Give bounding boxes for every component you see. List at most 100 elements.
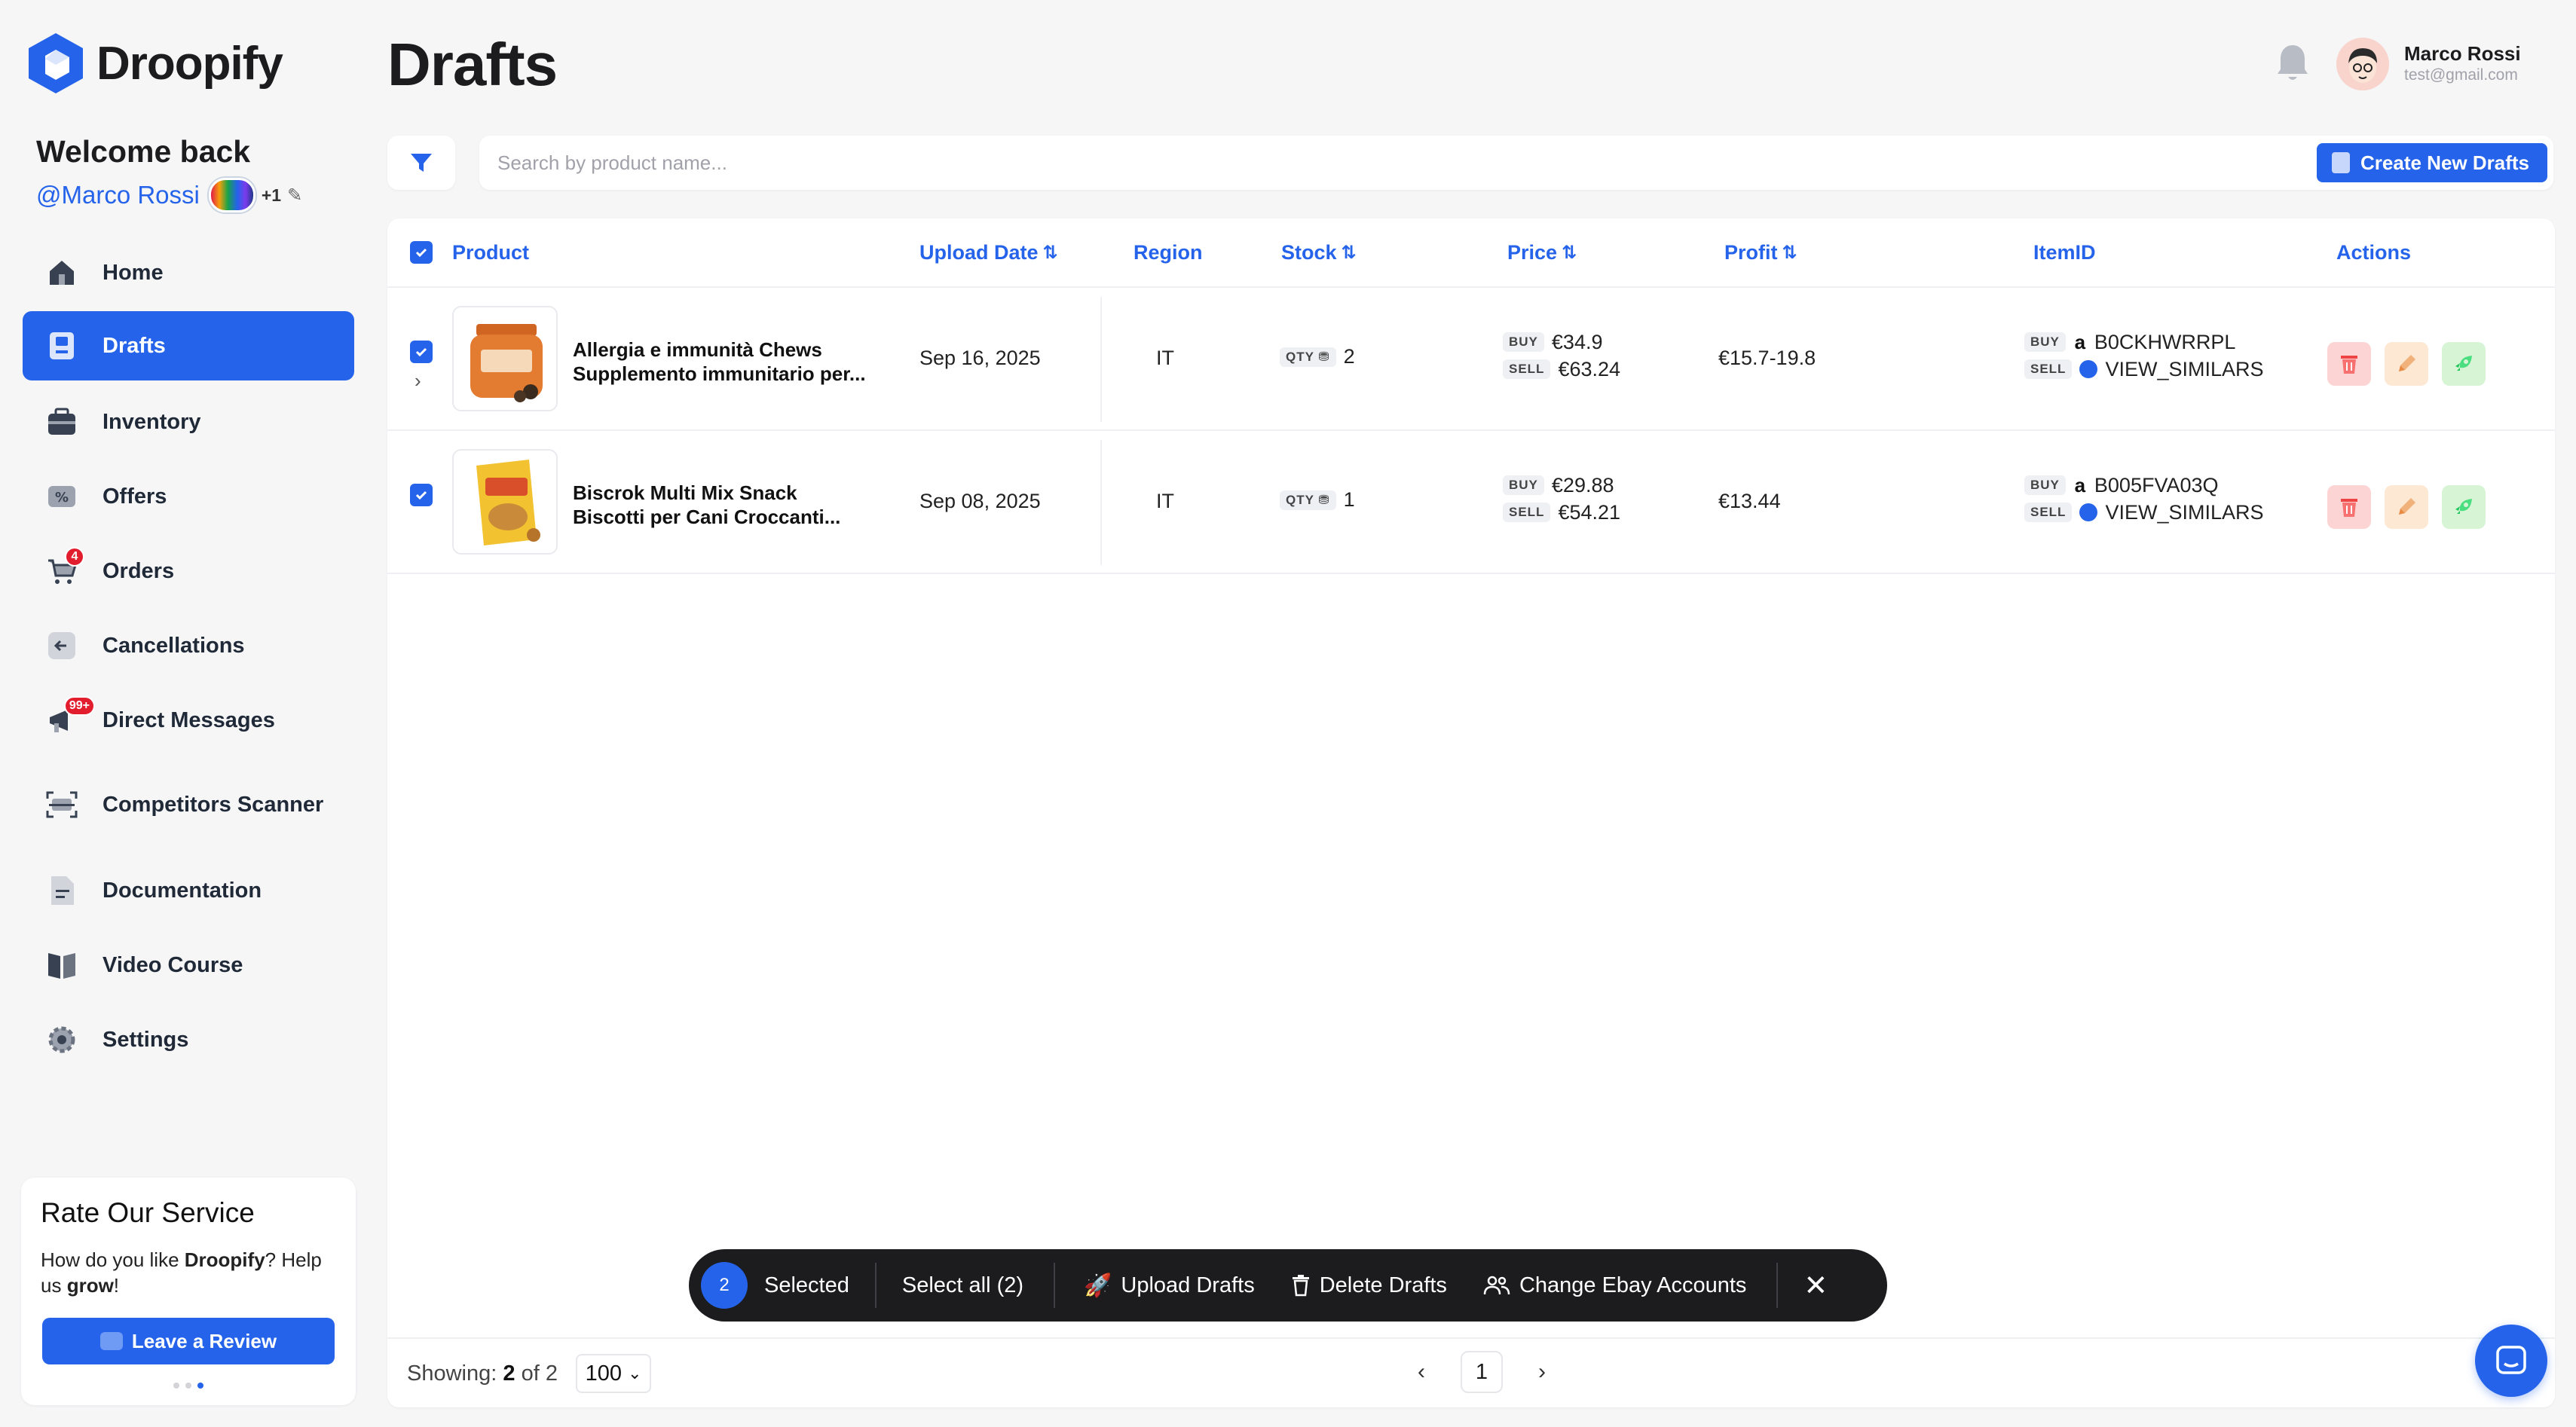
upload-button[interactable] — [2442, 485, 2486, 529]
account-avatar-stack[interactable] — [208, 178, 255, 212]
sort-icon: ⇅ — [1782, 243, 1797, 263]
bell-icon[interactable] — [2275, 42, 2311, 84]
avatar[interactable] — [2336, 38, 2389, 90]
leave-review-button[interactable]: Leave a Review — [42, 1318, 335, 1364]
product-name[interactable]: Biscrok Multi Mix Snack Biscotti per Can… — [573, 481, 889, 529]
product-image[interactable] — [452, 449, 558, 555]
edit-button[interactable] — [2385, 342, 2428, 386]
create-new-drafts-label: Create New Drafts — [2360, 151, 2529, 174]
orders-badge: 4 — [65, 547, 84, 567]
sort-icon: ⇅ — [1341, 243, 1357, 263]
delete-drafts-button[interactable]: Delete Drafts — [1291, 1273, 1447, 1298]
expand-chevron-icon[interactable]: › — [415, 369, 421, 393]
bar-divider — [1776, 1263, 1779, 1308]
sidebar-item-offers[interactable]: % Offers — [23, 462, 354, 531]
sidebar-item-label: Competitors Scanner — [102, 792, 324, 817]
upload-drafts-button[interactable]: 🚀 Upload Drafts — [1084, 1273, 1255, 1299]
stack-icon: ⛃ — [1318, 492, 1330, 507]
edit-button[interactable] — [2385, 485, 2428, 529]
sidebar-item-direct-messages[interactable]: 99+ Direct Messages — [23, 686, 354, 755]
row-checkbox[interactable] — [410, 484, 433, 506]
carousel-dot-active[interactable] — [197, 1383, 203, 1389]
upload-button[interactable] — [2442, 342, 2486, 386]
column-upload-date[interactable]: Upload Date ⇅ — [919, 241, 1058, 264]
sidebar-item-competitors-scanner[interactable]: Competitors Scanner — [23, 770, 354, 839]
bar-divider — [1054, 1263, 1056, 1308]
amazon-asin[interactable]: B0CKHWRRPL — [2094, 331, 2236, 354]
user-name[interactable]: Marco Rossi — [2404, 42, 2521, 66]
edit-pencil-icon[interactable]: ✎ — [287, 185, 302, 206]
carousel-dot[interactable] — [185, 1383, 191, 1389]
sidebar-item-video-course[interactable]: Video Course — [23, 930, 354, 1000]
selected-label: Selected — [764, 1273, 849, 1297]
gear-icon — [45, 1023, 78, 1056]
profit: €15.7-19.8 — [1718, 347, 1816, 369]
sidebar-item-orders[interactable]: 4 Orders — [23, 536, 354, 606]
pencil-icon — [2399, 355, 2415, 371]
sidebar-item-home[interactable]: Home — [23, 238, 354, 307]
rate-text: How do you like Droopify? Help us grow! — [41, 1248, 322, 1297]
column-region: Region — [1134, 241, 1203, 264]
amazon-asin[interactable]: B005FVA03Q — [2094, 474, 2219, 497]
sell-tag: SELL — [2024, 359, 2073, 379]
logo[interactable]: Droopify — [27, 32, 283, 95]
search-input[interactable] — [497, 136, 2005, 190]
create-new-drafts-button[interactable]: Create New Drafts — [2317, 143, 2547, 182]
check-icon — [415, 347, 427, 357]
product-name[interactable]: Allergia e immunità Chews Supplemento im… — [573, 338, 889, 386]
page-size-select[interactable]: 100 ⌄ — [576, 1354, 651, 1393]
price-cell: BUY €29.88 SELL €54.21 — [1503, 472, 1620, 526]
megaphone-icon: 99+ — [45, 696, 95, 737]
ebay-item-link[interactable]: VIEW_SIMILARS — [2105, 501, 2263, 524]
support-chat-button[interactable] — [2475, 1325, 2547, 1397]
users-icon — [1483, 1276, 1510, 1295]
user-handle[interactable]: @Marco Rossi — [36, 181, 200, 209]
sidebar: Droopify Welcome back @Marco Rossi +1 ✎ … — [0, 0, 377, 1427]
table-row[interactable]: Biscrok Multi Mix Snack Biscotti per Can… — [387, 431, 2555, 574]
sidebar-item-settings[interactable]: Settings — [23, 1005, 354, 1074]
select-all-button[interactable]: Select all (2) — [902, 1273, 1023, 1298]
column-actions: Actions — [2336, 241, 2412, 264]
pencil-icon — [2399, 498, 2415, 515]
delete-button[interactable] — [2327, 342, 2371, 386]
column-profit[interactable]: Profit ⇅ — [1724, 241, 1797, 264]
checkbox-checked[interactable] — [410, 241, 433, 264]
upload-date: Sep 08, 2025 — [919, 490, 1041, 512]
sidebar-item-label: Drafts — [102, 333, 166, 358]
sidebar-item-cancellations[interactable]: Cancellations — [23, 611, 354, 680]
book-icon — [45, 949, 78, 982]
ebay-icon — [2079, 503, 2098, 521]
selection-action-bar: 2 Selected Select all (2) 🚀 Upload Draft… — [689, 1249, 1887, 1322]
change-ebay-accounts-button[interactable]: Change Ebay Accounts — [1483, 1273, 1746, 1298]
showing-summary: Showing: 2 of 2 — [407, 1361, 558, 1386]
supplement-jar-image — [454, 307, 556, 410]
rocket-icon — [2455, 499, 2472, 514]
select-all-checkbox[interactable] — [410, 241, 433, 264]
filter-button[interactable] — [387, 136, 455, 190]
next-page-button[interactable]: › — [1527, 1359, 1557, 1385]
sidebar-item-documentation[interactable]: Documentation — [23, 856, 354, 925]
buy-tag: BUY — [2024, 475, 2066, 495]
carousel-dot[interactable] — [173, 1383, 179, 1389]
sidebar-item-drafts[interactable]: Drafts — [23, 311, 354, 380]
sort-icon: ⇅ — [1562, 243, 1577, 263]
table-row[interactable]: › Allergia e immunità Chews Supplemento … — [387, 288, 2555, 431]
sell-tag: SELL — [1503, 503, 1551, 522]
sidebar-item-label: Documentation — [102, 878, 262, 903]
column-price[interactable]: Price ⇅ — [1507, 241, 1577, 264]
ebay-item-link[interactable]: VIEW_SIMILARS — [2105, 358, 2263, 381]
rate-service-card: Rate Our Service How do you like Droopif… — [21, 1178, 356, 1405]
messages-badge: 99+ — [63, 696, 95, 716]
droopify-logo-icon — [29, 33, 83, 93]
prev-page-button[interactable]: ‹ — [1406, 1359, 1436, 1385]
close-icon[interactable]: ✕ — [1804, 1269, 1828, 1303]
product-image[interactable] — [452, 306, 558, 411]
page-number[interactable]: 1 — [1461, 1351, 1503, 1393]
column-stock[interactable]: Stock ⇅ — [1281, 241, 1357, 264]
delete-button[interactable] — [2327, 485, 2371, 529]
sidebar-item-inventory[interactable]: Inventory — [23, 387, 354, 457]
column-divider — [1100, 440, 1102, 565]
upload-date: Sep 16, 2025 — [919, 347, 1041, 369]
leave-review-label: Leave a Review — [131, 1329, 277, 1352]
row-checkbox[interactable] — [410, 341, 433, 363]
